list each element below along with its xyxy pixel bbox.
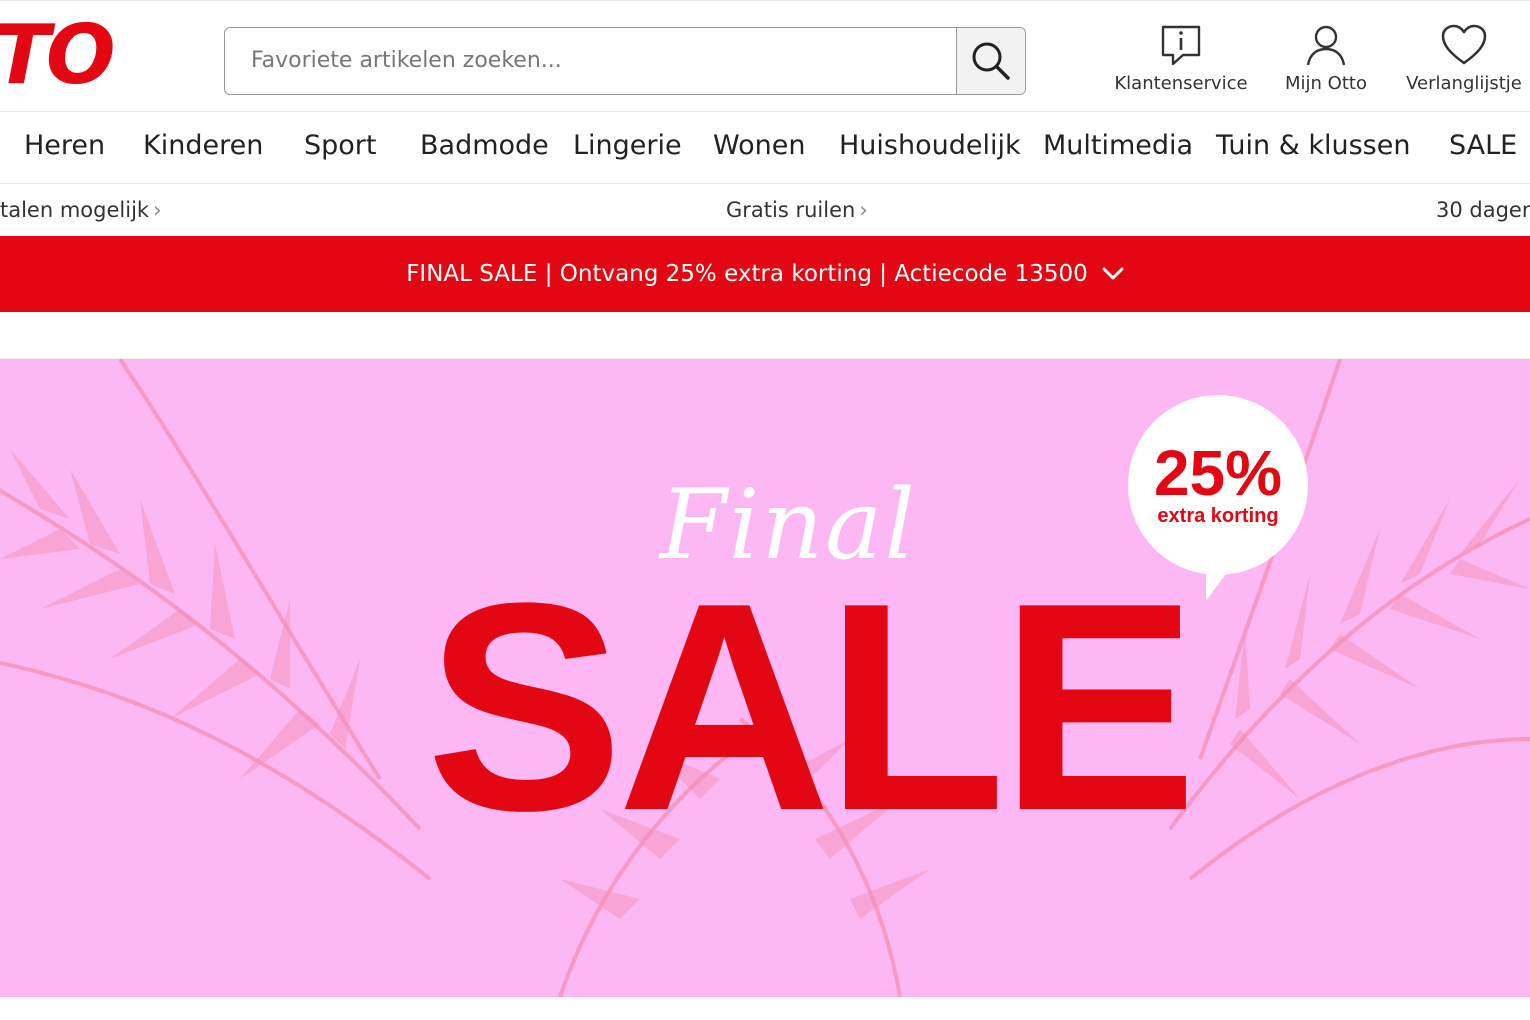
nav-item-huishoudelijk[interactable]: Huishoudelijk xyxy=(839,130,1021,161)
customer-service-button[interactable]: Klantenservice xyxy=(1112,23,1250,94)
promo-banner[interactable]: FINAL SALE | Ontvang 25% extra korting |… xyxy=(0,236,1530,312)
hero-banner[interactable]: Final SALE 25% extra korting xyxy=(0,358,1530,997)
search-icon xyxy=(972,42,1010,80)
badge-percentage: 25% xyxy=(1153,437,1283,509)
otto-logo[interactable]: TO xyxy=(0,15,116,97)
nav-item-heren[interactable]: Heren xyxy=(24,130,105,161)
chevron-down-icon xyxy=(1102,267,1124,280)
badge-caption: extra korting xyxy=(1157,505,1279,527)
hero-headline: SALE xyxy=(426,541,1197,872)
nav-item-sale[interactable]: SALE xyxy=(1449,130,1517,161)
nav-item-badmode[interactable]: Badmode xyxy=(420,130,549,161)
discount-badge: 25% extra korting xyxy=(1128,395,1308,601)
usp-label: Gratis ruilen xyxy=(726,198,856,222)
nav-item-sport[interactable]: Sport xyxy=(304,130,376,161)
my-account-label: Mijn Otto xyxy=(1285,73,1367,94)
nav-item-kinderen[interactable]: Kinderen xyxy=(143,130,263,161)
chevron-right-icon: › xyxy=(153,198,162,222)
usp-item[interactable]: Gratis ruilen › xyxy=(726,198,868,222)
usp-item[interactable]: 30 dagen xyxy=(1436,198,1530,222)
heart-icon xyxy=(1441,24,1487,65)
usp-label: talen mogelijk xyxy=(0,198,150,222)
nav-item-wonen[interactable]: Wonen xyxy=(713,130,805,161)
usp-bar: talen mogelijk › Gratis ruilen › 30 dagen xyxy=(0,184,1530,236)
usp-item[interactable]: talen mogelijk › xyxy=(0,198,161,222)
my-account-button[interactable]: Mijn Otto xyxy=(1276,23,1376,94)
customer-service-label: Klantenservice xyxy=(1114,73,1248,94)
promo-text: FINAL SALE | Ontvang 25% extra korting |… xyxy=(406,261,1088,287)
header: TO Klantenservice Mijn Otto Verlanglijst… xyxy=(0,0,1530,112)
search-bar xyxy=(224,27,1026,95)
search-button[interactable] xyxy=(956,28,1025,94)
chevron-right-icon: › xyxy=(859,198,868,222)
wishlist-label: Verlanglijstje xyxy=(1406,73,1522,94)
category-nav: Heren Kinderen Sport Badmode Lingerie Wo… xyxy=(0,112,1530,184)
nav-item-tuin-klussen[interactable]: Tuin & klussen xyxy=(1216,130,1410,161)
info-speech-icon xyxy=(1161,25,1201,66)
nav-item-multimedia[interactable]: Multimedia xyxy=(1043,130,1193,161)
usp-label: 30 dagen xyxy=(1436,198,1530,222)
wishlist-button[interactable]: Verlanglijstje xyxy=(1404,23,1524,94)
nav-item-lingerie[interactable]: Lingerie xyxy=(573,130,682,161)
search-input[interactable] xyxy=(225,28,957,93)
user-icon xyxy=(1306,25,1346,66)
badge-tail xyxy=(1206,555,1240,601)
